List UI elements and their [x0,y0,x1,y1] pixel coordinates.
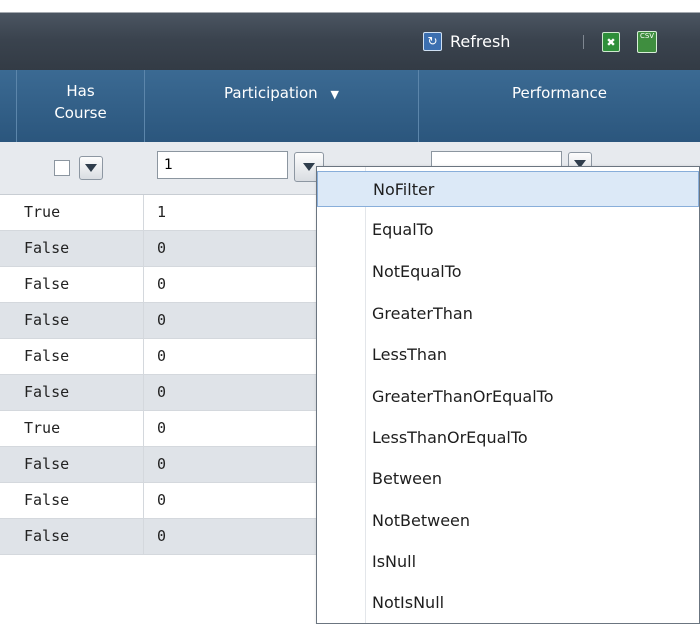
menu-item-equalto[interactable]: EqualTo [317,212,699,248]
menu-item-notisnull[interactable]: NotIsNull [317,585,699,621]
grid-header: Has Course Participation ▼ Performance [0,70,700,142]
refresh-icon: ↻ [423,31,442,51]
refresh-label: Refresh [450,31,511,51]
has-course-cell: False [16,447,144,482]
header-performance-label: Performance [511,84,608,102]
toolbar-separator [583,35,584,49]
menu-item-isnull[interactable]: IsNull [317,544,699,580]
menu-item-between[interactable]: Between [317,461,699,497]
refresh-button[interactable]: ↻ Refresh [423,27,510,55]
menu-item-lessthan[interactable]: LessThan [317,337,699,373]
menu-item-notequalto[interactable]: NotEqualTo [317,254,699,290]
has-course-filter-button[interactable] [79,156,103,180]
header-participation[interactable]: Participation ▼ [144,70,418,142]
participation-filter-input[interactable] [157,151,288,179]
has-course-cell: False [16,483,144,518]
grid-toolbar: ↻ Refresh ✖ CSV [0,0,700,71]
has-course-cell: False [16,519,144,554]
csv-export-icon[interactable]: CSV [637,31,657,53]
has-course-cell: False [16,231,144,266]
menu-item-greaterthanorequalto[interactable]: GreaterThanOrEqualTo [317,379,699,415]
funnel-icon [85,164,97,172]
funnel-icon [303,163,315,171]
excel-export-icon[interactable]: ✖ [602,32,620,52]
header-cell-spacer [0,70,16,142]
has-course-filter-checkbox[interactable] [54,160,70,176]
menu-item-greaterthan[interactable]: GreaterThan [317,296,699,332]
csv-icon-label: CSV [639,32,655,40]
menu-item-nofilter[interactable]: NoFilter [317,171,699,207]
header-has-course[interactable]: Has Course [16,70,144,142]
filter-dropdown-menu: NoFilter EqualTo NotEqualTo GreaterThan … [316,166,700,624]
has-course-cell: False [16,267,144,302]
has-course-cell: True [16,195,144,230]
sort-descending-icon: ▼ [330,88,339,101]
header-participation-label: Participation [224,84,318,102]
menu-item-notbetween[interactable]: NotBetween [317,503,699,539]
header-performance[interactable]: Performance [418,70,700,142]
has-course-cell: False [16,339,144,374]
has-course-cell: False [16,303,144,338]
menu-item-lessthanorequalto[interactable]: LessThanOrEqualTo [317,420,699,456]
has-course-cell: True [16,411,144,446]
has-course-cell: False [16,375,144,410]
